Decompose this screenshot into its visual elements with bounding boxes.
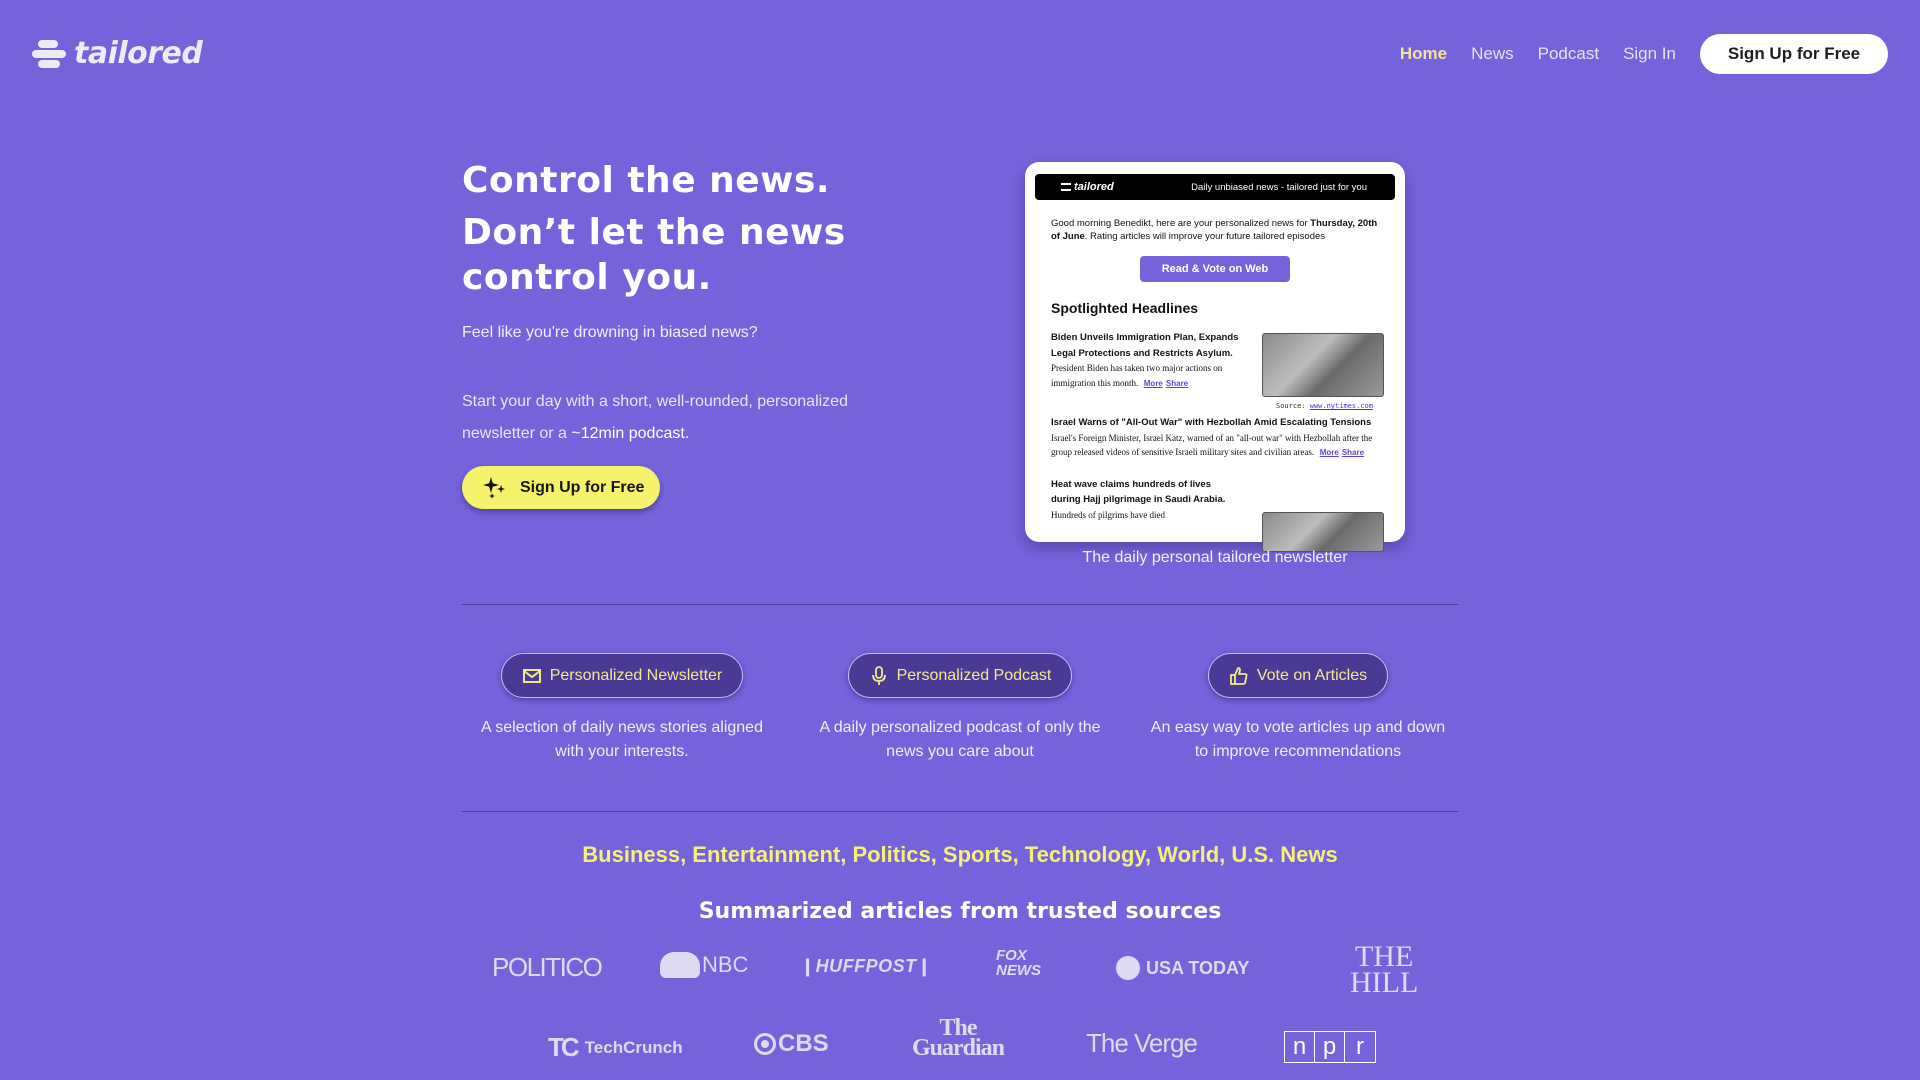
hero-title-line-2: Don’t let the news [462,212,846,253]
usa-today-logo: USA TODAY [1116,956,1249,980]
article-share-link[interactable]: Share [1166,379,1188,388]
feature-description: An easy way to vote articles up and down… [1150,719,1446,760]
preview-header: tailored Daily unbiased news - tailored … [1035,174,1395,200]
nav-news[interactable]: News [1471,44,1514,64]
feature-label: Personalized Newsletter [549,666,723,684]
guardian-text: Guardian [912,1035,1005,1061]
huffpost-text: HUFFPOST [815,956,917,976]
tc-mark-icon: TC [548,1032,580,1062]
news-categories: Business, Entertainment, Politics, Sport… [582,842,1338,867]
nbc-logo: NBC [660,952,748,978]
techcrunch-text: TechCrunch [584,1037,683,1057]
preview-section-title: Spotlighted Headlines [1051,300,1199,316]
hero-subtitle: Feel like you're drowning in biased news… [462,324,758,341]
politico-logo: POLITICO [492,952,603,982]
feature-description: A daily personalized podcast of only the… [819,719,1101,760]
brand-logo[interactable]: tailored [32,36,203,71]
usa-today-text: USA TODAY [1146,957,1250,978]
preview-logo-icon [1061,183,1071,191]
preview-article: Biden Unveils Immigration Plan, Expands … [1051,330,1241,391]
feature-podcast-button[interactable]: Personalized Podcast [847,653,1073,698]
fox-text: FOX [996,947,1027,964]
article-share-link[interactable]: Share [1342,448,1364,457]
preview-greeting: Good morning Benedikt, here are your per… [1051,217,1379,243]
cbs-text: CBS [778,1030,829,1057]
hero-title: Control the news. Don’t let the news con… [462,158,846,300]
nav-home[interactable]: Home [1400,44,1447,64]
npr-logo: npr [1284,1031,1376,1063]
feature-label: Personalized Podcast [896,666,1052,684]
preview-tagline: Daily unbiased news - tailored just for … [1191,181,1367,193]
source-label: Source: [1276,402,1306,410]
section-divider [462,604,1458,605]
article-headline: Heat wave claims hundreds of lives durin… [1051,478,1226,506]
the-verge-logo: The Verge [1086,1028,1198,1058]
the-hill-logo: THE HILL [1350,942,1419,999]
article-more-link[interactable]: More [1320,448,1339,457]
guardian-logo: The Guardian [912,1016,1005,1061]
preview-greeting-text: Good morning Benedikt, here are your per… [1051,218,1311,229]
peacock-icon [660,952,700,978]
preview-greeting-suffix: . Rating articles will improve your futu… [1084,231,1326,242]
feature-newsletter: Personalized Newsletter A selection of d… [462,653,782,764]
huffpost-logo: ❙ HUFFPOST ❙ [800,956,933,976]
microphone-icon [871,665,886,685]
hero-title-line-1: Control the news. [462,160,831,201]
brand-name: tailored [74,36,203,71]
feature-label: Vote on Articles [1256,666,1368,684]
main-nav: Home News Podcast Sign In Sign Up for Fr… [1400,34,1888,74]
nav-podcast[interactable]: Podcast [1538,44,1599,64]
feature-vote-button[interactable]: Vote on Articles [1207,653,1389,698]
nbc-text: NBC [702,952,749,977]
feature-podcast: Personalized Podcast A daily personalize… [800,653,1120,764]
preview-article: Israel Warns of "All-Out War" with Hezbo… [1051,415,1379,461]
hero-description: Start your day with a short, well-rounde… [462,386,902,450]
hero-description-highlight: ~12min podcast. [571,425,690,442]
source-link[interactable]: www.nytimes.com [1310,402,1373,410]
npr-n: n [1285,1032,1315,1062]
article-headline: Israel Warns of "All-Out War" with Hezbo… [1051,417,1372,428]
preview-article: Heat wave claims hundreds of lives durin… [1051,477,1241,523]
article-body: President Biden has taken two major acti… [1051,363,1223,388]
feature-description: A selection of daily news stories aligne… [481,719,763,760]
npr-p: p [1315,1032,1345,1062]
thumbs-up-icon [1229,666,1248,685]
article-image [1262,333,1384,397]
usa-today-dot-icon [1116,956,1140,980]
article-more-link[interactable]: More [1144,379,1163,388]
sources-title: Summarized articles from trusted sources [698,899,1222,924]
news-text: NEWS [996,962,1041,979]
preview-read-vote-button[interactable]: Read & Vote on Web [1140,256,1290,282]
feature-newsletter-button[interactable]: Personalized Newsletter [500,653,744,698]
preview-caption: The daily personal tailored newsletter [1082,549,1348,566]
section-divider [462,811,1458,812]
hill-text: HILL [1350,966,1419,999]
techcrunch-logo: TC TechCrunch [548,1032,683,1063]
hero-sign-up-button[interactable]: Sign Up for Free [462,466,660,509]
cbs-logo: CBS [754,1030,829,1058]
article-body: Hundreds of pilgrims have died [1051,509,1165,520]
sparkles-icon [483,476,505,499]
envelope-icon [522,668,541,683]
preview-brand: tailored [1074,181,1114,193]
article-headline: Biden Unveils Immigration Plan, Expands … [1051,332,1239,359]
fox-news-logo: FOX NEWS [996,948,1041,978]
nav-sign-in[interactable]: Sign In [1623,44,1676,64]
preview-logo: tailored [1061,181,1114,193]
npr-r: r [1356,1033,1364,1060]
feature-vote: Vote on Articles An easy way to vote art… [1138,653,1458,764]
article-source: Source: www.nytimes.com [1276,402,1373,410]
logo-icon [32,37,68,71]
article-image [1262,512,1384,552]
cbs-eye-icon [754,1033,776,1055]
hero-sign-up-label: Sign Up for Free [520,478,645,496]
hero-title-line-3: control you. [462,257,712,298]
nav-sign-up-button[interactable]: Sign Up for Free [1700,34,1888,74]
